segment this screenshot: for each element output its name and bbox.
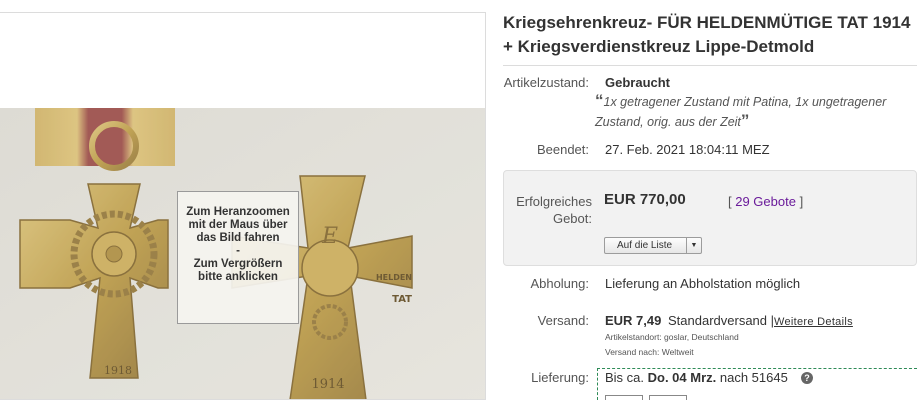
condition-label: Artikelzustand: <box>503 75 589 90</box>
item-title: Kriegsehrenkreuz- FÜR HELDENMÜTIGE TAT 1… <box>503 13 911 56</box>
ended-label: Beendet: <box>536 142 589 157</box>
condition-note: “1x getragener Zustand mit Patina, 1x un… <box>595 92 913 132</box>
zoom-hint-overlay: Zum Heranzoomen mit der Maus über das Bi… <box>177 191 299 324</box>
winning-bid-price: EUR 770,00 <box>604 191 686 208</box>
quote-open: “ <box>595 91 604 110</box>
add-to-watchlist-button[interactable]: Auf die Liste ▼ <box>604 237 702 254</box>
zoom-hint-click-text: Zum Vergrößern bitte anklicken <box>193 258 283 283</box>
title-divider <box>503 65 917 66</box>
add-to-watchlist-label[interactable]: Auf die Liste <box>605 238 686 253</box>
quantity-field[interactable] <box>605 395 643 400</box>
secondary-field[interactable] <box>649 395 687 400</box>
shipping-details-link[interactable]: Weitere Details <box>774 314 853 330</box>
delivery-date: Do. 04 Mrz. <box>647 370 717 385</box>
item-location: Artikelstandort: goslar, Deutschland <box>605 332 739 342</box>
chevron-down-icon[interactable]: ▼ <box>686 238 701 253</box>
delivery-suffix: nach 51645 <box>716 370 788 385</box>
shipping-method: Standardversand | <box>668 313 774 328</box>
bid-box: Erfolgreiches Gebot: EUR 770,00 [ 29 Geb… <box>503 170 917 266</box>
zoom-hint-hover-text: Zum Heranzoomen mit der Maus über das Bi… <box>186 206 290 244</box>
help-icon[interactable]: ? <box>801 372 813 384</box>
delivery-prefix: Bis ca. <box>605 370 648 385</box>
pickup-label: Abholung: <box>530 276 589 291</box>
delivery-estimate: Bis ca. Do. 04 Mrz. nach 51645 <box>605 370 788 386</box>
quote-close: ” <box>740 111 750 130</box>
bid-history-link[interactable]: 29 Gebote <box>735 194 796 209</box>
bid-count-close: ] <box>795 194 804 209</box>
shipping-label: Versand: <box>537 313 589 328</box>
condition-value: Gebraucht <box>605 75 671 90</box>
zoom-hint-separator: - <box>236 245 240 257</box>
item-details: Kriegsehrenkreuz- FÜR HELDENMÜTIGE TAT 1… <box>503 0 917 400</box>
pickup-value: Lieferung an Abholstation möglich <box>605 276 801 291</box>
shipping-price: EUR 7,49 <box>605 313 662 328</box>
bid-count: [ 29 Gebote ] <box>728 194 803 209</box>
delivery-label: Lieferung: <box>531 370 589 385</box>
ships-to: Versand nach: Weltweit <box>605 347 694 357</box>
ended-value: 27. Feb. 2021 18:04:11 MEZ <box>605 142 770 157</box>
winning-bid-label: Erfolgreiches Gebot: <box>516 194 592 226</box>
